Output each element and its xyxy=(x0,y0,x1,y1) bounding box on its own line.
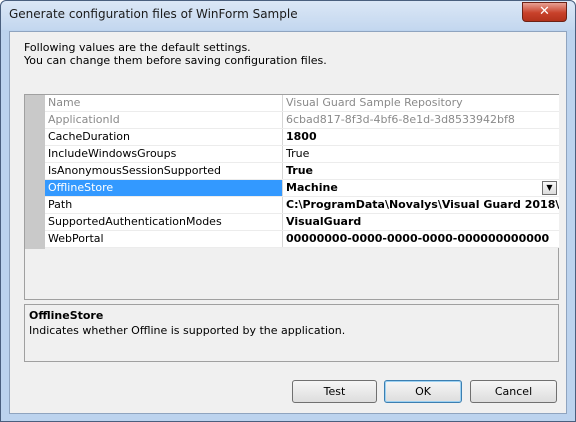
chevron-down-icon[interactable]: ▼ xyxy=(542,181,557,195)
title-bar[interactable]: Generate configuration files of WinForm … xyxy=(1,1,575,30)
property-description-panel: OfflineStore Indicates whether Offline i… xyxy=(24,304,559,362)
test-button[interactable]: Test xyxy=(292,380,377,403)
property-grid-header-row: Name Visual Guard Sample Repository xyxy=(45,95,559,112)
dialog-window: Generate configuration files of WinForm … xyxy=(0,0,576,422)
property-value[interactable]: 1800 xyxy=(284,129,559,145)
property-value[interactable]: True xyxy=(284,146,559,162)
cancel-button[interactable]: Cancel xyxy=(470,380,557,403)
property-row-includewindowsgroups[interactable]: IncludeWindowsGroups True xyxy=(45,146,559,163)
property-grid-margin xyxy=(25,95,45,249)
property-row-path[interactable]: Path C:\ProgramData\Novalys\Visual Guard… xyxy=(45,197,559,214)
header-name-cell: Name xyxy=(45,95,283,111)
property-row-webportal[interactable]: WebPortal 00000000-0000-0000-0000-000000… xyxy=(45,231,559,248)
close-button[interactable]: ✕ xyxy=(522,2,567,22)
property-name[interactable]: SupportedAuthenticationModes xyxy=(45,214,283,230)
property-value[interactable]: 6cbad817-8f3d-4bf6-8e1d-3d8533942bf8 xyxy=(284,112,559,128)
property-name[interactable]: ApplicationId xyxy=(45,112,283,128)
intro-text: Following values are the default setting… xyxy=(24,41,327,67)
property-name[interactable]: IncludeWindowsGroups xyxy=(45,146,283,162)
header-value-cell: Visual Guard Sample Repository xyxy=(286,96,463,109)
property-grid-rows: Name Visual Guard Sample Repository Appl… xyxy=(45,95,559,248)
property-row-offlinestore[interactable]: OfflineStore Machine ▼ xyxy=(45,180,559,197)
intro-line-2: You can change them before saving config… xyxy=(24,54,327,67)
property-name[interactable]: IsAnonymousSessionSupported xyxy=(45,163,283,179)
property-value[interactable]: Machine xyxy=(284,180,559,196)
property-value[interactable]: True xyxy=(284,163,559,179)
intro-line-1: Following values are the default setting… xyxy=(24,41,251,54)
property-value[interactable]: C:\ProgramData\Novalys\Visual Guard 2018… xyxy=(284,197,559,213)
ok-button[interactable]: OK xyxy=(384,380,462,403)
property-name[interactable]: Path xyxy=(45,197,283,213)
property-grid[interactable]: Name Visual Guard Sample Repository Appl… xyxy=(24,94,559,300)
description-text: Indicates whether Offline is supported b… xyxy=(29,324,346,337)
description-title: OfflineStore xyxy=(29,309,104,322)
window-title: Generate configuration files of WinForm … xyxy=(9,7,298,21)
property-name[interactable]: OfflineStore xyxy=(45,180,283,196)
dialog-client-area: Following values are the default setting… xyxy=(9,31,567,414)
property-row-applicationid[interactable]: ApplicationId 6cbad817-8f3d-4bf6-8e1d-3d… xyxy=(45,112,559,129)
property-row-supportedauthenticationmodes[interactable]: SupportedAuthenticationModes VisualGuard xyxy=(45,214,559,231)
property-row-isanonymoussessionsupported[interactable]: IsAnonymousSessionSupported True xyxy=(45,163,559,180)
property-value[interactable]: 00000000-0000-0000-0000-000000000000 xyxy=(284,231,559,247)
property-row-cacheduration[interactable]: CacheDuration 1800 xyxy=(45,129,559,146)
property-name[interactable]: WebPortal xyxy=(45,231,283,247)
property-value[interactable]: VisualGuard xyxy=(284,214,559,230)
property-name[interactable]: CacheDuration xyxy=(45,129,283,145)
